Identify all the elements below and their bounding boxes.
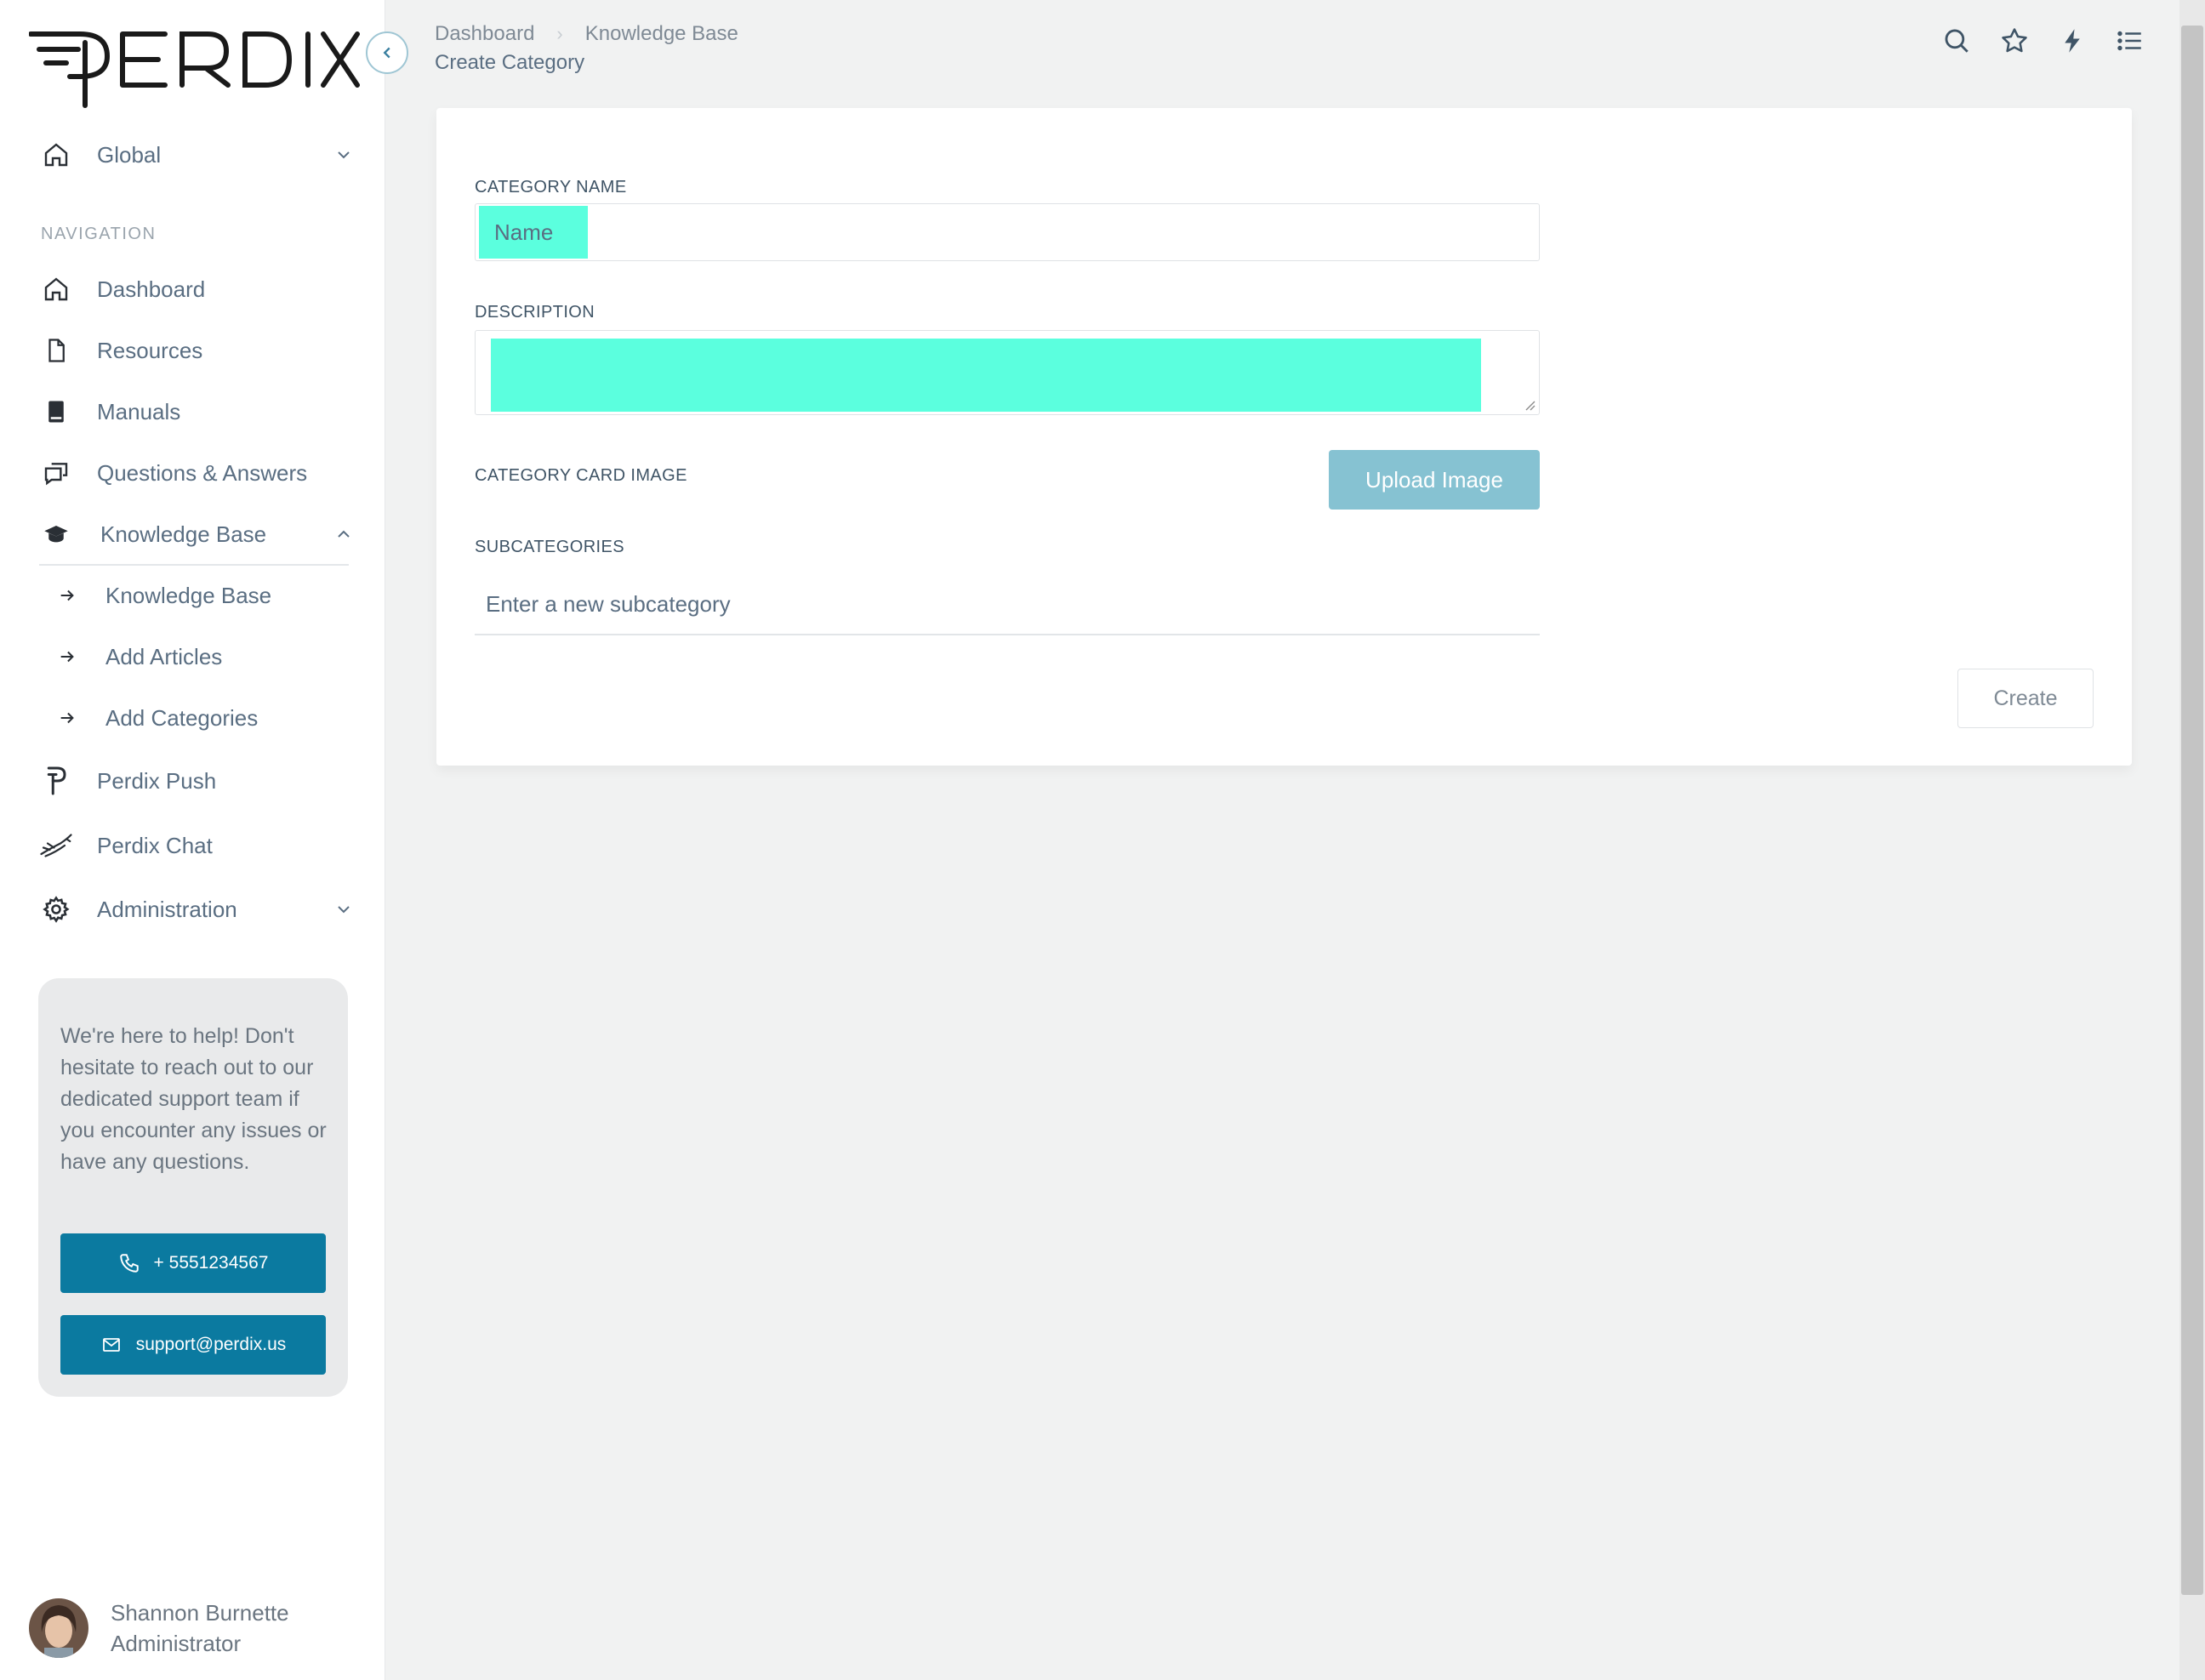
sidebar-item-resources[interactable]: Resources — [39, 327, 354, 374]
chevron-left-icon — [383, 47, 390, 59]
sidebar-item-label: Questions & Answers — [97, 459, 308, 486]
sub-item-add-articles[interactable]: Add Articles — [56, 635, 345, 679]
home-icon — [39, 138, 73, 172]
breadcrumb-dashboard[interactable]: Dashboard — [435, 22, 534, 45]
sidebar-item-label: Manuals — [97, 398, 181, 424]
gear-icon — [39, 892, 73, 926]
create-category-card: CATEGORY NAME Name DESCRIPTION CATEGORY … — [436, 108, 2132, 766]
card-image-label: CATEGORY CARD IMAGE — [475, 466, 687, 485]
resize-handle-icon[interactable] — [1524, 399, 1536, 411]
avatar — [29, 1598, 88, 1658]
breadcrumb: Dashboard › Knowledge Base — [435, 22, 738, 46]
sidebar-item-label: Administration — [97, 896, 237, 922]
perdix-push-icon — [39, 764, 73, 798]
mail-icon — [102, 1338, 120, 1352]
divider — [39, 564, 349, 566]
chevron-down-icon — [338, 151, 350, 159]
subcategories-label: SUBCATEGORIES — [475, 538, 624, 556]
perdix-logo[interactable] — [28, 24, 361, 113]
sidebar-item-manuals[interactable]: Manuals — [39, 388, 354, 436]
category-name-input[interactable]: Name — [475, 203, 1540, 261]
sidebar-item-dashboard[interactable]: Dashboard — [39, 265, 354, 313]
arrow-right-icon — [56, 646, 78, 668]
sidebar-item-label: Resources — [97, 337, 203, 363]
global-selector[interactable]: Global — [39, 131, 354, 179]
bird-icon — [39, 829, 73, 863]
chevron-down-icon — [338, 906, 350, 914]
support-email-button[interactable]: support@perdix.us — [60, 1315, 326, 1375]
sidebar-item-administration[interactable]: Administration — [39, 886, 354, 933]
support-email-label: support@perdix.us — [135, 1335, 287, 1354]
subcategory-input[interactable]: Enter a new subcategory — [475, 574, 1540, 635]
support-phone-label: + 5551234567 — [153, 1253, 269, 1273]
phone-icon — [119, 1254, 139, 1273]
sub-item-knowledge-base[interactable]: Knowledge Base — [56, 573, 345, 618]
graduation-cap-icon — [39, 517, 73, 551]
sidebar-item-perdix-push[interactable]: Perdix Push — [39, 757, 354, 805]
lightning-icon[interactable] — [2057, 26, 2088, 56]
description-textarea[interactable] — [475, 330, 1540, 415]
sub-item-label: Knowledge Base — [105, 582, 272, 608]
breadcrumb-separator: › — [556, 23, 563, 44]
user-name: Shannon Burnette — [111, 1600, 289, 1626]
description-label: DESCRIPTION — [475, 303, 595, 322]
sidebar: Global NAVIGATION Dashboard Resources Ma… — [0, 0, 385, 1680]
nav-heading: NAVIGATION — [41, 225, 157, 243]
chat-bubbles-icon — [39, 456, 73, 490]
category-name-label: CATEGORY NAME — [475, 178, 627, 196]
create-button[interactable]: Create — [1957, 669, 2094, 728]
sidebar-item-label: Knowledge Base — [100, 521, 267, 547]
arrow-right-icon — [56, 584, 78, 607]
category-name-placeholder: Name — [479, 206, 588, 259]
page-title: Create Category — [435, 51, 585, 74]
sidebar-item-label: Perdix Push — [97, 767, 217, 794]
book-icon — [39, 395, 73, 429]
collapse-sidebar-button[interactable] — [366, 31, 408, 74]
scrollbar-thumb[interactable] — [2181, 26, 2203, 1595]
global-label: Global — [97, 141, 162, 168]
breadcrumb-knowledge-base[interactable]: Knowledge Base — [585, 22, 738, 45]
user-role: Administrator — [111, 1631, 242, 1656]
sidebar-item-label: Perdix Chat — [97, 832, 213, 858]
star-icon[interactable] — [1999, 26, 2030, 56]
top-toolbar — [1941, 26, 2145, 56]
document-icon — [39, 333, 73, 367]
home-icon — [39, 272, 73, 306]
user-profile[interactable]: Shannon Burnette Administrator — [29, 1597, 289, 1659]
description-highlight — [491, 339, 1481, 412]
sidebar-item-questions-answers[interactable]: Questions & Answers — [39, 449, 354, 497]
support-card: We're here to help! Don't hesitate to re… — [38, 978, 348, 1397]
sidebar-item-perdix-chat[interactable]: Perdix Chat — [39, 822, 354, 869]
arrow-right-icon — [56, 707, 78, 729]
list-icon[interactable] — [2115, 26, 2145, 56]
sidebar-item-label: Dashboard — [97, 276, 206, 302]
upload-image-button[interactable]: Upload Image — [1329, 450, 1540, 510]
search-icon[interactable] — [1941, 26, 1972, 56]
sidebar-item-knowledge-base[interactable]: Knowledge Base — [39, 510, 354, 558]
sub-item-add-categories[interactable]: Add Categories — [56, 696, 345, 740]
support-phone-button[interactable]: + 5551234567 — [60, 1233, 326, 1293]
sub-item-label: Add Articles — [105, 643, 223, 669]
sub-item-label: Add Categories — [105, 704, 259, 731]
support-text: We're here to help! Don't hesitate to re… — [60, 1024, 327, 1174]
chevron-up-icon — [338, 530, 350, 538]
